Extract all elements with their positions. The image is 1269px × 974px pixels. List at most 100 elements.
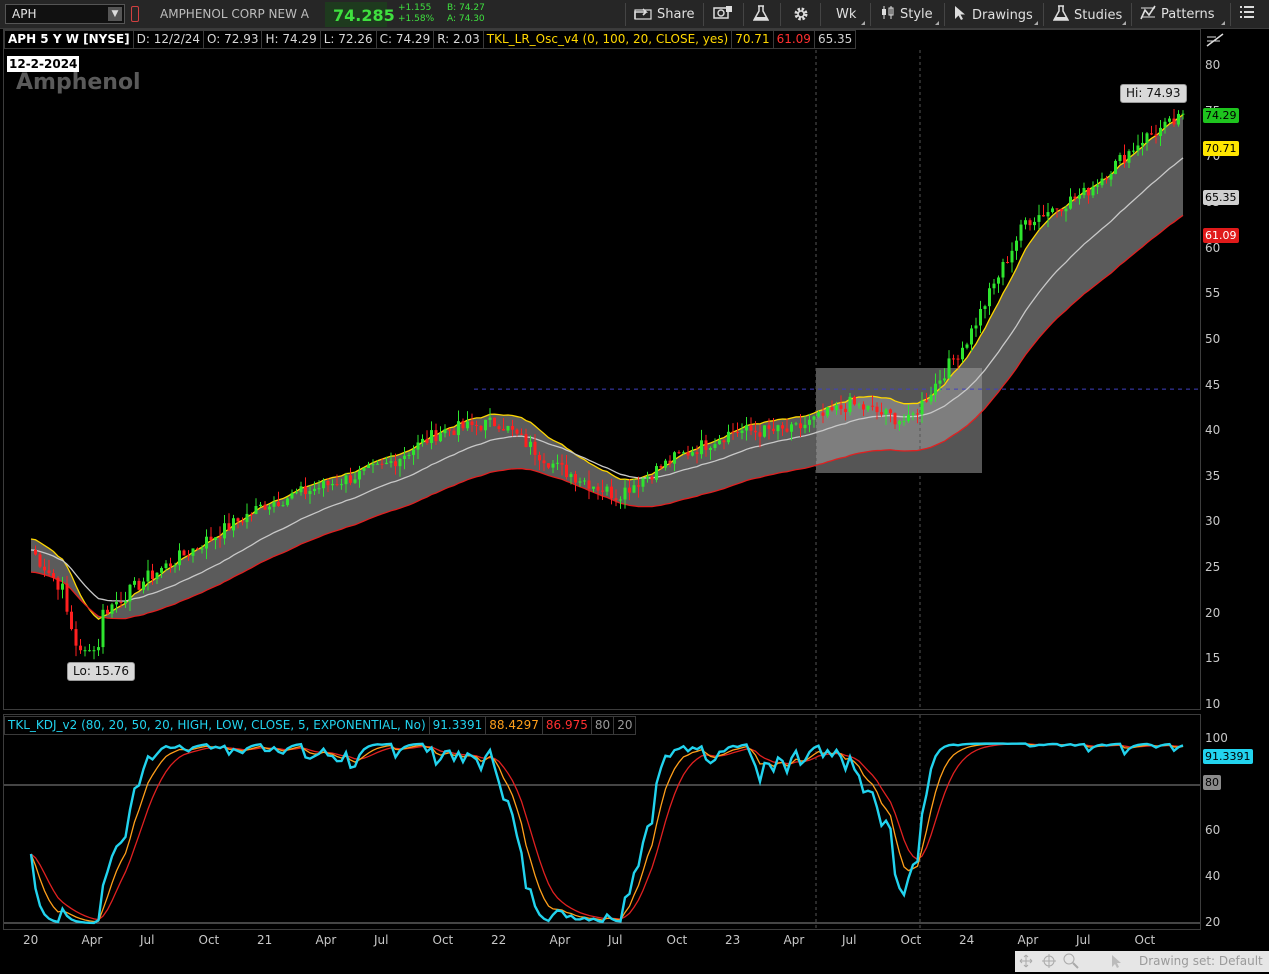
candle-body (407, 454, 411, 456)
last-price: 74.285 (333, 6, 395, 25)
candle-body (146, 570, 150, 582)
candle-body (353, 479, 357, 483)
time-axis-label: Oct (198, 933, 220, 947)
candle-body (97, 647, 100, 651)
drawing-set-label: Drawing set: Default (1139, 954, 1263, 968)
candle-body (308, 491, 312, 495)
settings-button[interactable] (792, 5, 810, 24)
candle-body (794, 423, 798, 425)
candle-body (871, 405, 874, 407)
symbol-input[interactable]: APH ▼ (5, 4, 125, 24)
symbol-dropdown-icon[interactable]: ▼ (108, 7, 122, 21)
candle-body (1181, 113, 1185, 115)
candle-body (691, 452, 694, 456)
aggregation-button[interactable]: Wk (836, 5, 856, 24)
candle-body (425, 438, 429, 443)
candle-body (367, 465, 370, 469)
kdj-chart[interactable] (4, 715, 1200, 929)
candle-body (614, 498, 618, 500)
candle-body (875, 406, 879, 413)
candle-body (1172, 118, 1176, 125)
candle-body (758, 432, 762, 437)
time-axis-label: 24 (959, 933, 975, 947)
candle-body (65, 583, 69, 612)
price-chart[interactable] (4, 50, 1200, 709)
time-axis-label: 20 (23, 933, 39, 947)
time-axis-label: 23 (725, 933, 741, 947)
candle-body (866, 405, 870, 410)
candle-body (695, 452, 699, 455)
candle-body (943, 378, 946, 381)
candle-body (443, 429, 447, 434)
candle-body (520, 433, 523, 435)
candle-body (182, 550, 186, 556)
candle-body (727, 431, 730, 443)
patterns-button[interactable]: Patterns (1140, 5, 1215, 24)
candle-body (983, 306, 987, 309)
share-button[interactable]: Share (634, 5, 695, 24)
candle-body (1091, 186, 1095, 196)
patterns-icon (1140, 5, 1156, 20)
link-flag-icon[interactable] (131, 6, 139, 22)
candle-body (884, 409, 888, 415)
candle-body (785, 428, 789, 432)
drawing-status-bar: Drawing set: Default (1015, 951, 1269, 972)
candle-body (466, 421, 469, 429)
flask-button[interactable] (752, 5, 770, 24)
candle-body (515, 429, 519, 434)
candle-body (533, 441, 537, 455)
candle-body (241, 521, 244, 523)
candle-body (34, 549, 37, 555)
candle-body (902, 421, 906, 423)
menu-button[interactable] (1240, 5, 1254, 24)
pan-icon[interactable] (1019, 954, 1033, 968)
candle-body (1177, 113, 1180, 125)
candle-body (178, 550, 181, 566)
candle-body (646, 476, 649, 479)
candle-body (488, 417, 492, 420)
candle-body (380, 463, 384, 465)
candle-body (1055, 208, 1059, 210)
candle-body (538, 454, 541, 461)
candle-body (569, 474, 573, 478)
candle-body (961, 347, 964, 360)
high-label: Hi: 74.93 (1120, 84, 1187, 103)
candle-body (43, 566, 46, 571)
low-label: Lo: 15.76 (67, 662, 136, 681)
candle-body (740, 430, 744, 433)
candle-body (160, 568, 163, 573)
time-axis-label: Oct (432, 933, 454, 947)
candle-body (812, 416, 816, 420)
time-axis-label: 21 (257, 933, 273, 947)
candle-body (929, 394, 933, 402)
axis-scale-icon[interactable] (1206, 31, 1224, 47)
candle-body (88, 650, 91, 652)
candle-body (659, 466, 663, 468)
candle-body (1069, 196, 1072, 209)
time-axis-label: Oct (900, 933, 922, 947)
candle-body (416, 442, 420, 450)
candle-body (128, 584, 132, 602)
crosshair-icon[interactable] (1042, 954, 1056, 968)
candle-body (295, 492, 298, 494)
bid-ask: B: 74.27 A: 74.30 (447, 3, 485, 25)
candle-body (322, 480, 325, 489)
candle-body (1037, 215, 1041, 222)
kdj-y-tick: 60 (1205, 823, 1221, 837)
snapshot-button[interactable] (713, 5, 733, 24)
drawings-button[interactable]: Drawings (954, 5, 1033, 24)
studies-button[interactable]: Studies (1053, 5, 1122, 24)
candle-body (475, 424, 478, 426)
style-button[interactable]: Style (880, 5, 933, 24)
candle-body (839, 405, 843, 409)
gear-icon (794, 7, 808, 21)
price-y-tick: 25 (1205, 560, 1221, 575)
candle-body (700, 440, 703, 455)
candle-body (1109, 173, 1113, 180)
pointer-icon[interactable] (1111, 954, 1123, 969)
zoom-icon[interactable] (1063, 953, 1079, 969)
candle-body (889, 409, 892, 414)
candle-body (457, 421, 460, 436)
candle-body (164, 563, 168, 569)
candle-body (137, 580, 141, 590)
